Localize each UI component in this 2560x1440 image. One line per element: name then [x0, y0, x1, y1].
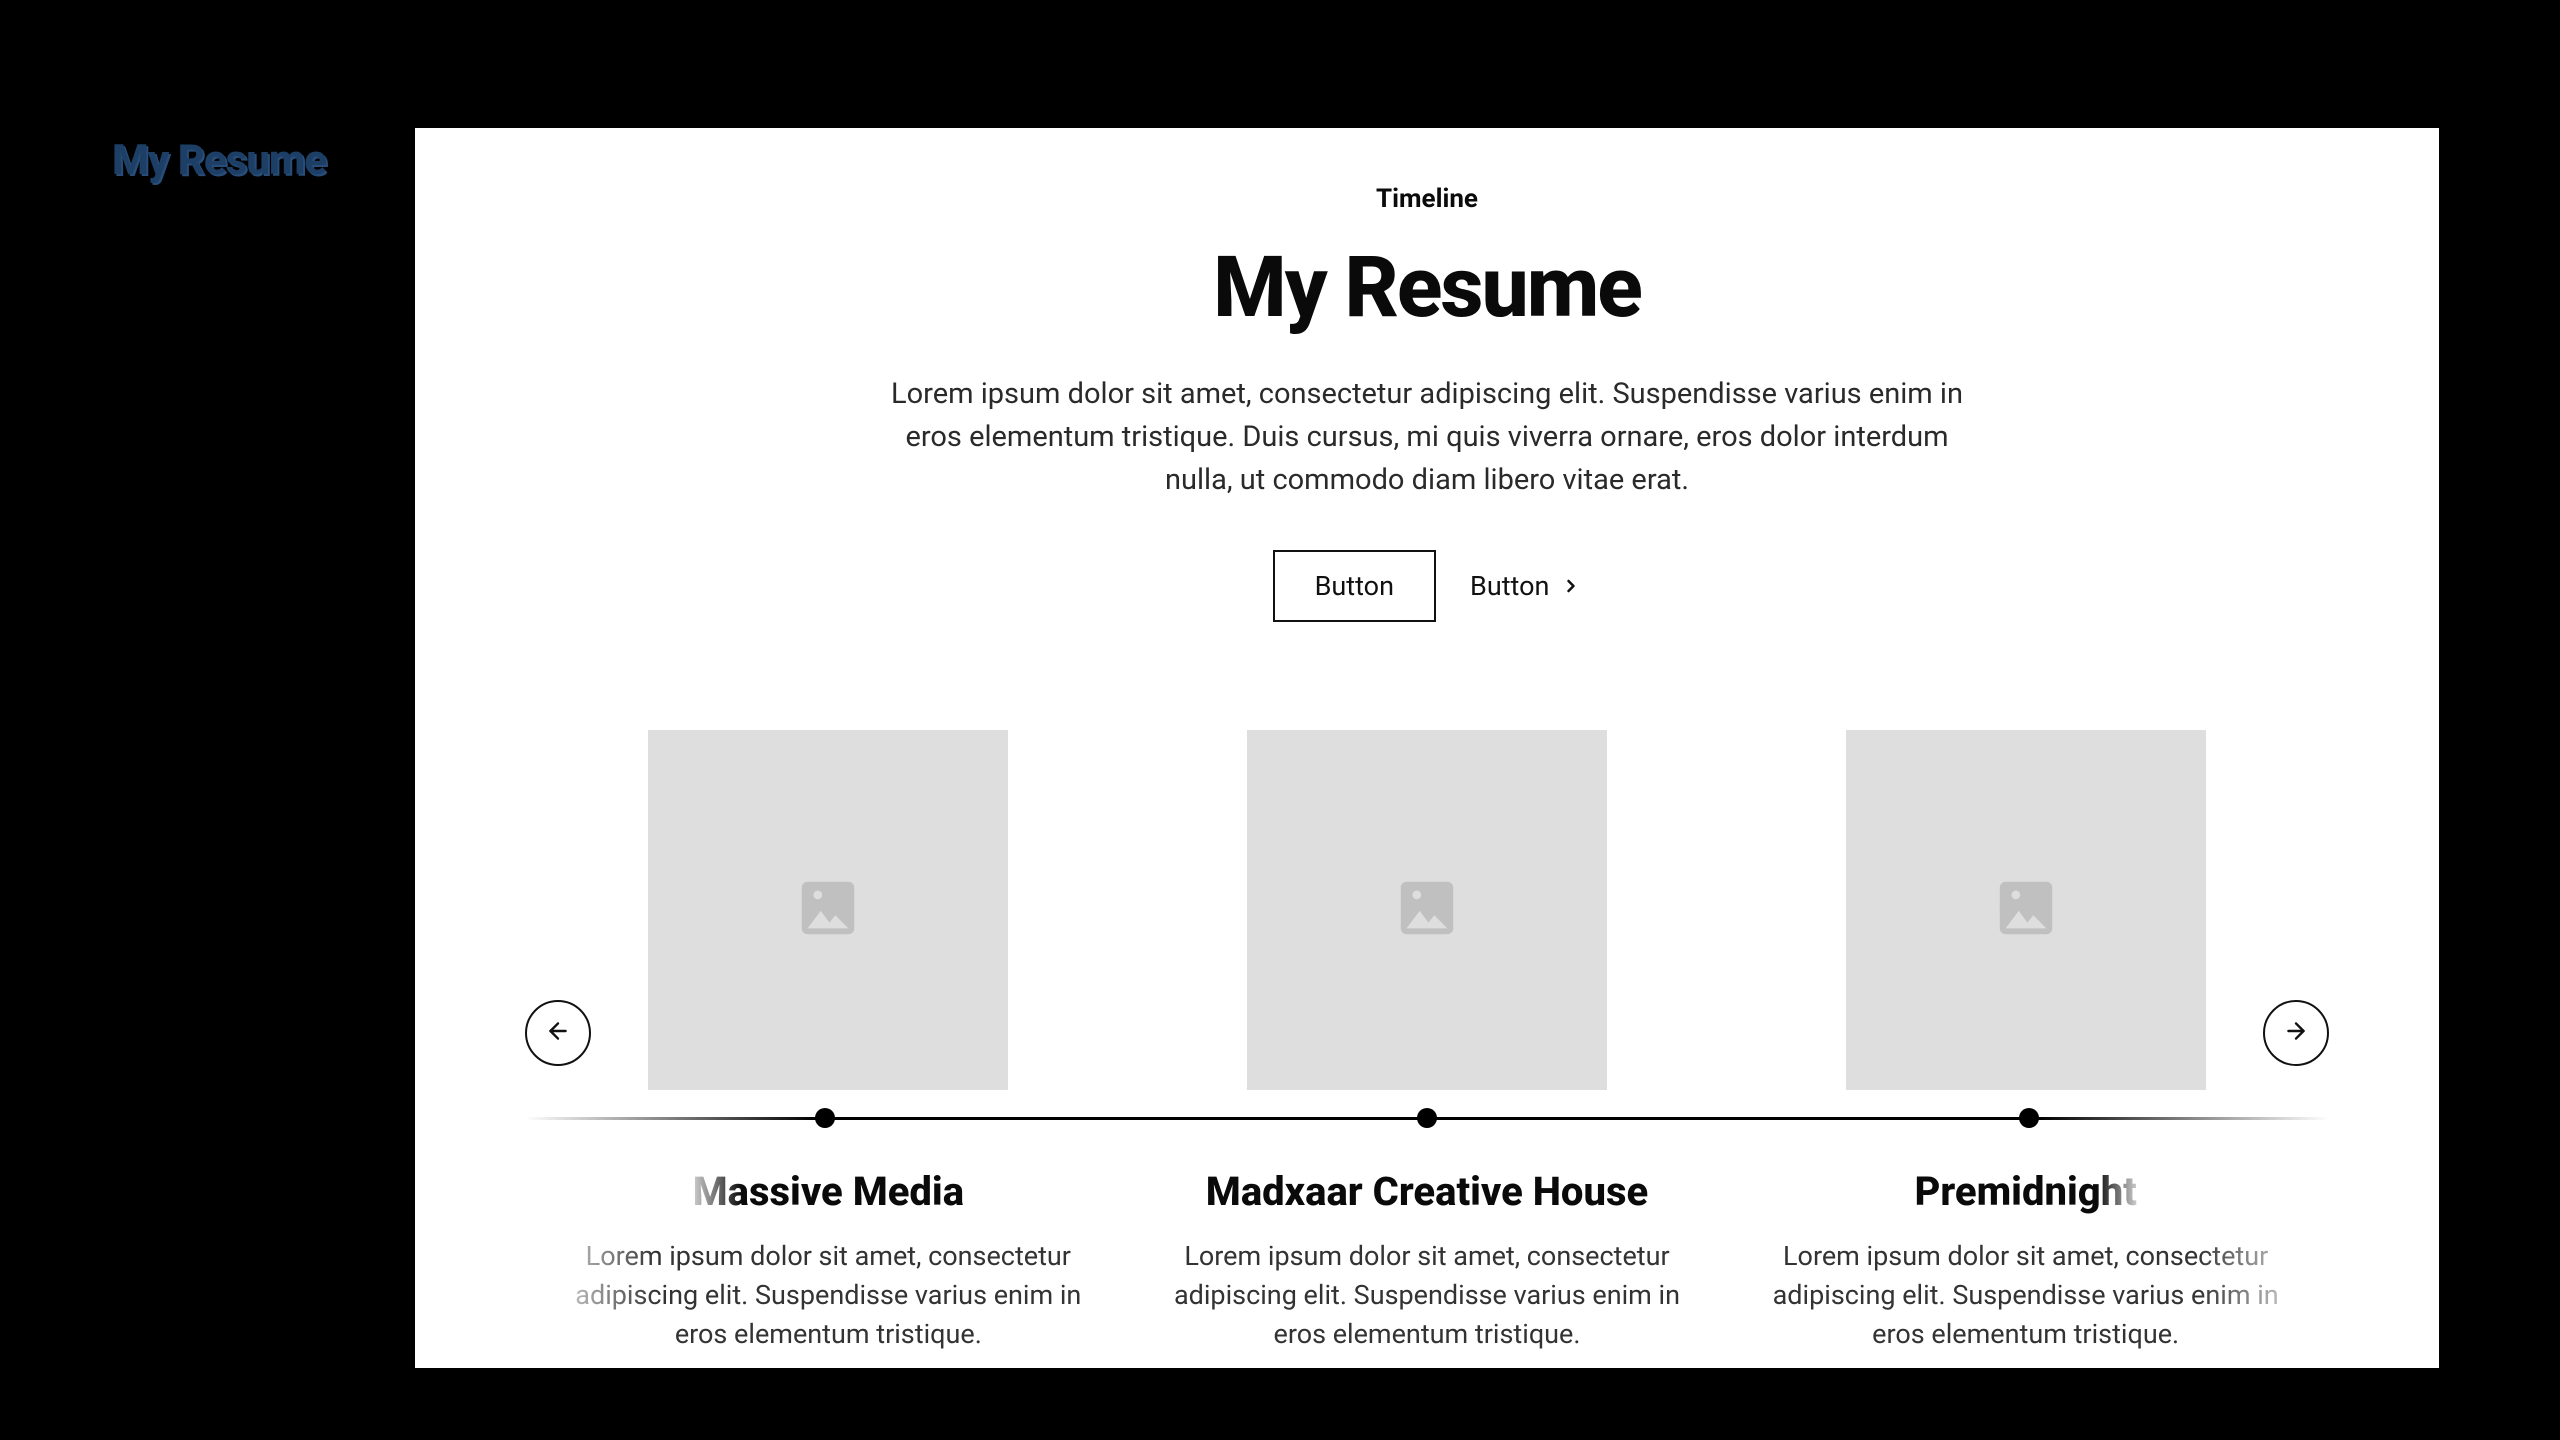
section-lead-text: Lorem ipsum dolor sit amet, consectetur …: [887, 373, 1967, 502]
timeline-track: [525, 1090, 2329, 1146]
timeline-card-title: Premidnight: [1914, 1168, 2136, 1215]
cta-row: Button Button: [525, 550, 2329, 622]
section-eyebrow: Timeline: [525, 184, 2329, 214]
timeline-card-desc: Lorem ipsum dolor sit amet, consectetur …: [1157, 1237, 1697, 1354]
timeline-card: [529, 730, 1128, 1090]
timeline-card-title: Massive Media: [693, 1168, 964, 1215]
image-icon: [1991, 873, 2061, 947]
timeline-line-fade-left: [525, 1117, 815, 1120]
image-placeholder: [648, 730, 1008, 1090]
timeline-card-text: Madxaar Creative House Lorem ipsum dolor…: [1128, 1168, 1727, 1354]
secondary-button-label: Button: [1470, 570, 1549, 602]
timeline-card: [1128, 730, 1727, 1090]
primary-button[interactable]: Button: [1273, 550, 1436, 622]
timeline-card-desc: Lorem ipsum dolor sit amet, consectetur …: [1756, 1237, 2296, 1354]
timeline-card-text: Premidnight Lorem ipsum dolor sit amet, …: [1726, 1168, 2325, 1354]
image-placeholder: [1846, 730, 2206, 1090]
timeline-card-title: Madxaar Creative House: [1206, 1168, 1648, 1215]
timeline-dot: [1417, 1108, 1437, 1128]
timeline-dot: [2019, 1108, 2039, 1128]
timeline-card-text: Massive Media Lorem ipsum dolor sit amet…: [529, 1168, 1128, 1354]
image-placeholder: [1247, 730, 1607, 1090]
slide-thumbnail-label: My Resume: [112, 136, 326, 185]
timeline-dot: [815, 1108, 835, 1128]
secondary-button[interactable]: Button: [1470, 570, 1581, 602]
timeline-card: [1726, 730, 2325, 1090]
timeline-card-desc: Lorem ipsum dolor sit amet, consectetur …: [558, 1237, 1098, 1354]
image-icon: [793, 873, 863, 947]
slide-canvas: Timeline My Resume Lorem ipsum dolor sit…: [415, 128, 2439, 1368]
timeline-carousel: Massive Media Lorem ipsum dolor sit amet…: [525, 730, 2329, 1354]
page-title: My Resume: [525, 238, 2329, 337]
chevron-right-icon: [1561, 576, 1581, 596]
image-icon: [1392, 873, 1462, 947]
timeline-line-fade-right: [2039, 1117, 2329, 1120]
